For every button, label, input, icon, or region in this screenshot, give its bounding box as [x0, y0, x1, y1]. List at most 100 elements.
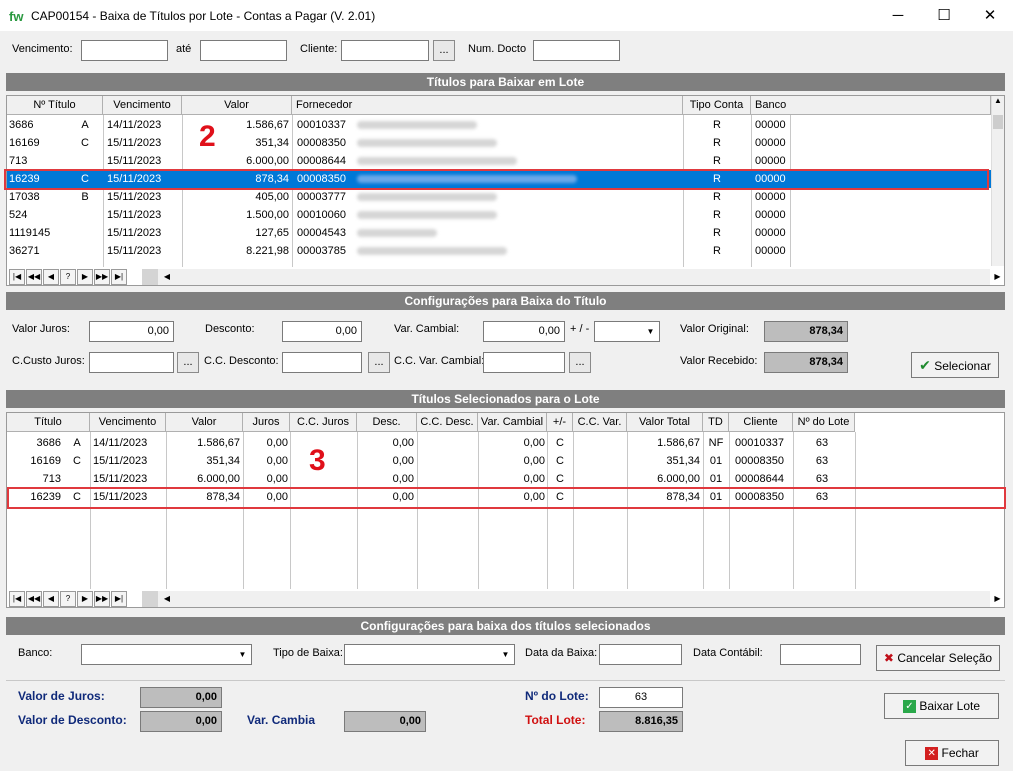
total-lote-value: 8.816,35: [635, 715, 678, 727]
col-header-fornecedor[interactable]: Fornecedor: [292, 96, 683, 115]
titulos-row[interactable]: 16169 C 15/11/2023 351,34 00008350 R 00000: [7, 134, 991, 152]
cc-juros-lookup-button[interactable]: ...: [177, 352, 199, 373]
fechar-button[interactable]: ✕ Fechar: [905, 740, 999, 766]
nav-prev-icon[interactable]: ◀: [43, 269, 59, 285]
close-button[interactable]: ✕: [967, 0, 1013, 31]
titulos-row[interactable]: 1119145 15/11/2023 127,65 00004543 R 00000: [7, 224, 991, 242]
cc-var-cambial-label: C.C. Var. Cambial:: [394, 355, 485, 367]
cc-var-cambial-input[interactable]: [483, 352, 565, 373]
maximize-button[interactable]: ☐: [921, 0, 967, 31]
cc-desconto-input[interactable]: [282, 352, 362, 373]
col-header-valor-total[interactable]: Valor Total: [627, 413, 703, 432]
selecionados-row[interactable]: 16169 C 15/11/2023 351,34 0,00 0,00 0,00 C 351,3…: [7, 452, 991, 470]
var-cambial-input[interactable]: 0,00: [483, 321, 565, 342]
nav-prev-page-icon[interactable]: ◀◀: [26, 591, 42, 607]
selecionados-row[interactable]: 3686 A 14/11/2023 1.586,67 0,00 0,00 0,00 C 1.58…: [7, 434, 991, 452]
col-header-cc-juros[interactable]: C.C. Juros: [290, 413, 357, 432]
valor-original-value: 878,34: [809, 325, 843, 337]
hscroll-thumb[interactable]: [142, 591, 158, 607]
banco-label: Banco:: [18, 647, 53, 659]
nav-last-icon[interactable]: ▶|: [111, 591, 127, 607]
nav-next-icon[interactable]: ▶: [77, 591, 93, 607]
nav-last-icon[interactable]: ▶|: [111, 269, 127, 285]
col-header-vencimento[interactable]: Vencimento: [103, 96, 182, 115]
titulos-row[interactable]: 36271 15/11/2023 8.221,98 00003785 R 00000: [7, 242, 991, 260]
col-header-vencimento[interactable]: Vencimento: [90, 413, 166, 432]
col-header-valor[interactable]: Valor: [166, 413, 243, 432]
titulos-row[interactable]: 524 15/11/2023 1.500,00 00010060 R 00000: [7, 206, 991, 224]
col-header-td[interactable]: TD: [703, 413, 729, 432]
hscroll-thumb[interactable]: [142, 269, 158, 285]
selecionar-button[interactable]: ✔ Selecionar: [911, 352, 999, 378]
num-docto-input[interactable]: [533, 40, 620, 61]
scroll-thumb[interactable]: [993, 115, 1003, 129]
titulos-row[interactable]: 17038 B 15/11/2023 405,00 00003777 R 00000: [7, 188, 991, 206]
titulos-vscroll[interactable]: ▲: [991, 96, 1004, 266]
valor-juros-input[interactable]: 0,00: [89, 321, 174, 342]
sinal-select[interactable]: ▼: [594, 321, 660, 342]
col-header-valor[interactable]: Valor: [182, 96, 292, 115]
col-header-sinal[interactable]: +/-: [547, 413, 573, 432]
nav-next-page-icon[interactable]: ▶▶: [94, 591, 110, 607]
cell-venc: 15/11/2023: [107, 209, 162, 221]
scroll-right-icon[interactable]: ▶: [991, 591, 1004, 607]
selecionados-hscroll[interactable]: ◀: [142, 591, 990, 607]
titulos-row[interactable]: 3686 A 14/11/2023 1.586,67 00010337 R 00000: [7, 116, 991, 134]
cc-juros-input[interactable]: [89, 352, 174, 373]
chevron-down-icon[interactable]: ▼: [234, 645, 251, 664]
baixar-lote-button[interactable]: ✓ Baixar Lote: [884, 693, 999, 719]
cancelar-selecao-button[interactable]: ✖ Cancelar Seleção: [876, 645, 1000, 671]
data-contabil-input[interactable]: [780, 644, 861, 665]
cc-desconto-lookup-button[interactable]: ...: [368, 352, 390, 373]
nav-prev-icon[interactable]: ◀: [43, 591, 59, 607]
col-header-titulo[interactable]: Título: [7, 413, 90, 432]
col-header-desc[interactable]: Desc.: [357, 413, 417, 432]
num-lote-field[interactable]: 63: [599, 687, 683, 708]
selecionados-grid[interactable]: Título Vencimento Valor Juros C.C. Juros…: [6, 412, 1005, 608]
scroll-right-icon[interactable]: ▶: [991, 269, 1004, 285]
col-header-cc-var[interactable]: C.C. Var.: [573, 413, 627, 432]
desconto-input[interactable]: 0,00: [282, 321, 362, 342]
col-header-juros[interactable]: Juros: [243, 413, 290, 432]
col-header-cliente[interactable]: Cliente: [729, 413, 793, 432]
cell-juros: 0,00: [266, 437, 288, 449]
vencimento-de-input[interactable]: [81, 40, 168, 61]
tipo-baixa-select[interactable]: ▼: [344, 644, 515, 665]
cell-juros: 0,00: [266, 455, 288, 467]
scroll-up-icon[interactable]: ▲: [992, 96, 1004, 109]
titulos-hscroll[interactable]: ◀: [142, 269, 990, 285]
col-header-var-cambial[interactable]: Var. Cambial: [478, 413, 547, 432]
cliente-input[interactable]: [341, 40, 429, 61]
col-header-tipo-conta[interactable]: Tipo Conta: [683, 96, 751, 115]
nav-first-icon[interactable]: |◀: [9, 591, 25, 607]
col-header-num-lote[interactable]: Nº do Lote: [793, 413, 855, 432]
scroll-left-icon[interactable]: ◀: [160, 269, 174, 285]
chevron-down-icon[interactable]: ▼: [497, 645, 514, 664]
col-header-banco[interactable]: Banco: [751, 96, 991, 115]
vencimento-ate-input[interactable]: [200, 40, 287, 61]
redacted-text: [357, 157, 517, 165]
nav-prev-page-icon[interactable]: ◀◀: [26, 269, 42, 285]
col-header-num-titulo[interactable]: Nº Título: [7, 96, 103, 115]
chevron-down-icon[interactable]: ▼: [642, 322, 659, 341]
valor-desconto-total-field: 0,00: [140, 711, 222, 732]
cell-cliente: 00008350: [735, 455, 784, 467]
nav-help-icon[interactable]: ?: [60, 269, 76, 285]
cc-var-cambial-lookup-button[interactable]: ...: [569, 352, 591, 373]
banco-select[interactable]: ▼: [81, 644, 252, 665]
col-header-cc-desc[interactable]: C.C. Desc.: [417, 413, 478, 432]
cell-valor: 1.586,67: [197, 437, 240, 449]
nav-next-icon[interactable]: ▶: [77, 269, 93, 285]
selecionados-row[interactable]: 713 15/11/2023 6.000,00 0,00 0,00 0,00 C 6.000,…: [7, 470, 991, 488]
titulos-row[interactable]: 713 15/11/2023 6.000,00 00008644 R 00000: [7, 152, 991, 170]
scroll-left-icon[interactable]: ◀: [160, 591, 174, 607]
minimize-button[interactable]: ─: [875, 0, 921, 31]
nav-first-icon[interactable]: |◀: [9, 269, 25, 285]
cliente-lookup-button[interactable]: ...: [433, 40, 455, 61]
nav-next-page-icon[interactable]: ▶▶: [94, 269, 110, 285]
nav-help-icon[interactable]: ?: [60, 591, 76, 607]
titulos-grid[interactable]: Nº Título Vencimento Valor Fornecedor Ti…: [6, 95, 1005, 286]
cell-venc: 15/11/2023: [107, 191, 162, 203]
data-baixa-input[interactable]: [599, 644, 682, 665]
cell-desc: 0,00: [392, 455, 414, 467]
